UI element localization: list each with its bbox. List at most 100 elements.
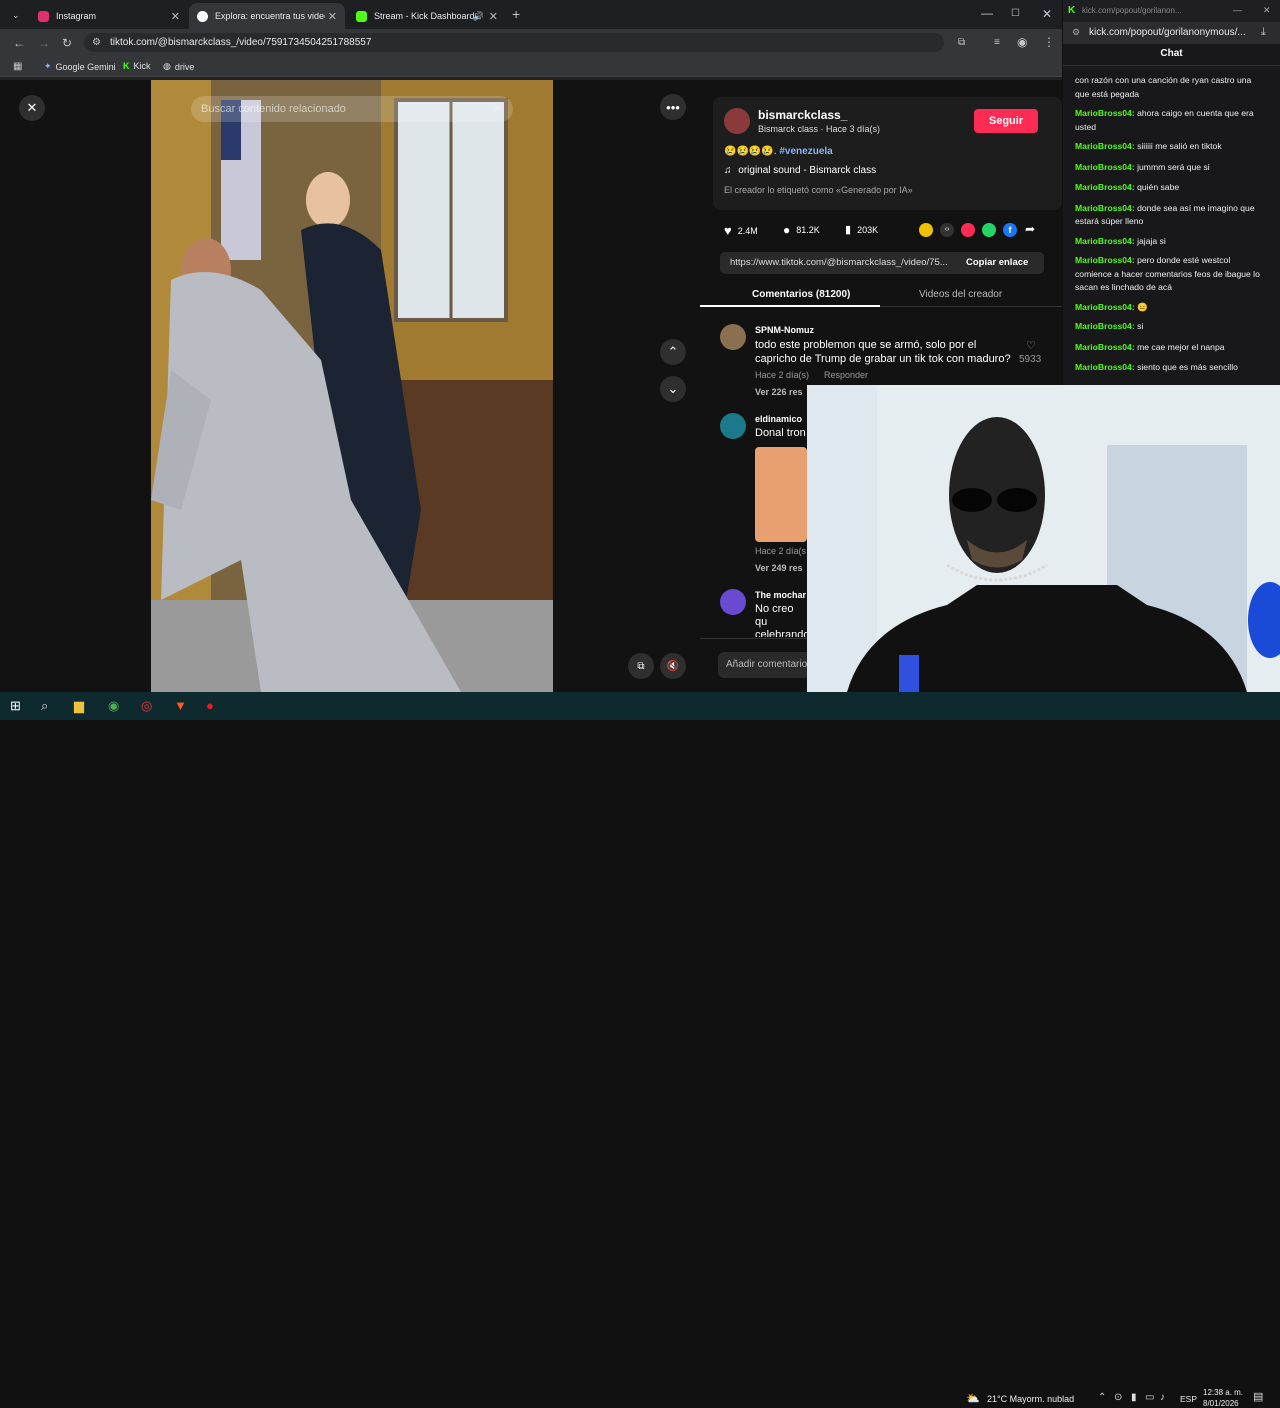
microphone-icon[interactable]: ▮ [1131, 1392, 1137, 1403]
chat-username[interactable]: MarioBross04: [1075, 108, 1135, 118]
audio-playing-icon[interactable]: 🔊 [473, 11, 484, 22]
floating-player-button[interactable]: ⧉ [628, 653, 654, 679]
chat-username[interactable]: MarioBross04: [1075, 362, 1135, 372]
previous-video-button[interactable]: ⌃ [660, 339, 686, 365]
chat-username[interactable]: MarioBross04: [1075, 255, 1135, 265]
chat-username[interactable]: MarioBross04: [1075, 342, 1135, 352]
tab-creator-videos[interactable]: Videos del creador [919, 289, 1002, 300]
follow-button[interactable]: Seguir [974, 109, 1038, 133]
author-username[interactable]: bismarckclass_ [758, 108, 847, 122]
search-icon[interactable]: ⌕ [494, 101, 501, 116]
brave-icon[interactable]: ▼ [174, 698, 187, 713]
apps-grid-icon[interactable]: ▦ [13, 61, 22, 73]
chat-username[interactable]: MarioBross04: [1075, 302, 1135, 312]
media-control-icon[interactable]: ≡ [994, 37, 1000, 49]
close-tab-icon[interactable]: ✕ [171, 10, 180, 23]
comment-username[interactable]: SPNM-Nomuz [755, 325, 814, 335]
save-count: 203K [857, 224, 879, 235]
video-player[interactable] [151, 80, 553, 692]
search-icon[interactable]: ⌕ [41, 698, 48, 714]
profile-icon[interactable]: ◉ [1017, 36, 1027, 48]
menu-kebab-icon[interactable]: ⋮ [1043, 36, 1055, 48]
site-info-icon[interactable]: ⚙ [92, 37, 101, 49]
next-video-button[interactable]: ⌄ [660, 376, 686, 402]
hashtag-link[interactable]: #venezuela [779, 146, 832, 157]
chat-username[interactable]: MarioBross04: [1075, 203, 1135, 213]
app-icon[interactable]: ◎ [141, 698, 152, 714]
extensions-icon[interactable]: ⧉ [958, 37, 965, 49]
mute-button[interactable]: 🔇 [660, 653, 686, 679]
avatar[interactable] [720, 324, 746, 350]
weather-text[interactable]: 21°C Mayorm. nublad [987, 1394, 1074, 1404]
download-icon[interactable]: ⤓ [1261, 26, 1266, 39]
minimize-icon[interactable]: — [981, 7, 993, 19]
comment-text: todo este problemon que se armó, solo po… [755, 339, 1011, 365]
sound-row[interactable]: ♫ original sound - Bismarck class [724, 165, 876, 176]
tray-app-icon[interactable]: ⊙ [1114, 1392, 1122, 1403]
maximize-icon[interactable]: ☐ [1011, 8, 1020, 20]
volume-icon[interactable]: ♪ [1160, 1392, 1165, 1403]
send-friends-icon[interactable] [961, 223, 975, 237]
address-bar[interactable]: ⚙ tiktok.com/@bismarckclass_/video/75917… [84, 33, 944, 52]
more-options-button[interactable]: ••• [660, 94, 686, 120]
windows-start-icon[interactable]: ⊞ [10, 698, 21, 714]
embed-icon[interactable]: ‹› [940, 223, 954, 237]
comment-action[interactable]: ● 81.2K [783, 223, 820, 237]
active-tab-indicator [700, 305, 880, 307]
bookmark-gemini[interactable]: ✦ Google Gemini [44, 61, 116, 72]
chat-emote: 😐 [1134, 301, 1148, 312]
tab-title: Instagram [56, 11, 97, 21]
chat-username[interactable]: MarioBross04: [1075, 162, 1135, 172]
language-indicator[interactable]: ESP [1180, 1394, 1197, 1404]
minimize-icon[interactable]: — [1233, 5, 1242, 15]
save-action[interactable]: ▮ 203K [845, 223, 878, 236]
chat-username[interactable]: MarioBross04: [1075, 236, 1135, 246]
tray-chevron-icon[interactable]: ⌃ [1098, 1392, 1106, 1403]
tab-instagram[interactable]: Instagram ✕ [30, 3, 188, 29]
forward-icon[interactable]: → [38, 37, 50, 49]
reply-button[interactable]: Responder [824, 370, 868, 380]
comment-username[interactable]: The mochar [755, 590, 806, 600]
whatsapp-icon[interactable] [982, 223, 996, 237]
chat-username[interactable]: MarioBross04: [1075, 141, 1135, 151]
related-search-input[interactable]: Buscar contenido relacionado ⌕ [191, 96, 513, 122]
file-explorer-icon[interactable]: ▆ [74, 698, 84, 714]
network-icon[interactable]: ▭ [1145, 1392, 1154, 1403]
chrome-icon[interactable]: ◉ [108, 698, 119, 714]
chat-username[interactable]: MarioBross04: [1075, 321, 1135, 331]
gift-icon[interactable] [919, 223, 933, 237]
tab-comments[interactable]: Comentarios (81200) [752, 289, 850, 300]
close-tab-icon[interactable]: ✕ [489, 10, 498, 23]
heart-outline-icon[interactable]: ♡ [1026, 339, 1036, 352]
bookmark-kick[interactable]: K Kick [123, 61, 151, 71]
close-window-icon[interactable]: ✕ [1263, 5, 1271, 16]
facebook-icon[interactable]: f [1003, 223, 1017, 237]
close-window-icon[interactable]: ✕ [1042, 8, 1052, 20]
pip-icon: ⧉ [637, 660, 645, 672]
view-replies-button[interactable]: Ver 226 res [755, 387, 803, 397]
notifications-icon[interactable]: ▤ [1253, 1390, 1263, 1403]
like-action[interactable]: ♥ 2.4M [724, 223, 758, 238]
close-tab-icon[interactable]: ✕ [328, 10, 337, 23]
back-icon[interactable]: ← [13, 37, 25, 49]
view-replies-button[interactable]: Ver 249 res [755, 563, 803, 573]
new-tab-icon[interactable]: + [512, 7, 520, 21]
chat-username[interactable]: MarioBross04: [1075, 182, 1135, 192]
tab-search-icon[interactable]: ⌄ [12, 9, 20, 21]
comment-username[interactable]: eldinamico [755, 414, 802, 424]
avatar[interactable] [720, 589, 746, 615]
tab-tiktok[interactable]: Explora: encuentra tus videos fa ✕ [189, 3, 345, 29]
share-arrow-icon[interactable]: ➦ [1025, 222, 1035, 236]
clock-time[interactable]: 12:38 a. m. [1203, 1388, 1243, 1397]
avatar[interactable] [720, 413, 746, 439]
close-video-button[interactable]: ✕ [19, 95, 45, 121]
site-info-icon[interactable]: ⚙ [1072, 27, 1080, 38]
clock-date[interactable]: 8/01/2026 [1203, 1399, 1239, 1408]
reload-icon[interactable]: ↻ [62, 37, 72, 49]
copy-link-button[interactable]: Copiar enlace [966, 257, 1028, 268]
comment-image[interactable] [755, 447, 807, 542]
obs-icon[interactable]: ● [206, 698, 214, 713]
tab-kick-dashboard[interactable]: Stream - Kick Dashboard 🔊 ✕ [348, 3, 506, 29]
avatar[interactable] [724, 108, 750, 134]
bookmark-drive[interactable]: ◍ drive [163, 61, 194, 72]
